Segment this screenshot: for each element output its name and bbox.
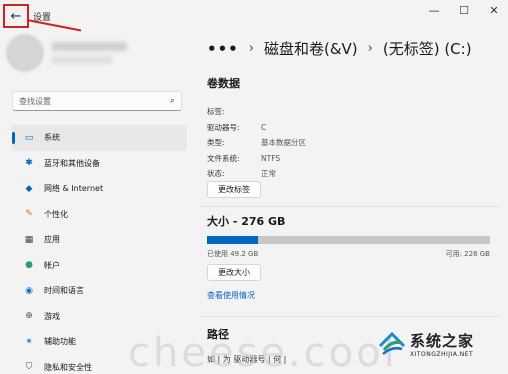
sidebar-item[interactable]: ▦ 应用 — [12, 227, 187, 253]
apps-icon: ▦ — [24, 234, 34, 245]
sidebar-item-label: 系统 — [44, 133, 60, 143]
sidebar-item-label: 时间和语言 — [44, 286, 84, 296]
sidebar-item-label: 个性化 — [44, 209, 68, 219]
property-label: 文件系统: — [207, 153, 240, 163]
search-input[interactable] — [19, 96, 170, 106]
sidebar-item-label: 网络 & Internet — [44, 184, 104, 194]
search-icon[interactable]: ⌕ — [170, 96, 175, 106]
sidebar-item[interactable]: ⊕ 游戏 — [12, 304, 187, 330]
sidebar-item-label: 隐私和安全性 — [44, 362, 92, 372]
change-size-button[interactable]: 更改大小 — [207, 264, 261, 281]
divider — [200, 316, 500, 317]
bluetooth-icon: ✱ — [25, 158, 33, 169]
property-row: 标签: — [207, 104, 306, 120]
sidebar-item[interactable]: ● 帐户 — [12, 253, 187, 279]
window-title: 设置 — [33, 13, 52, 23]
sidebar-item-label: 游戏 — [44, 311, 60, 321]
breadcrumb-overflow-button[interactable]: ••• — [207, 40, 239, 58]
property-row: 状态: 正常 — [207, 166, 306, 182]
title-bar: ← 设置 — ☐ ✕ — [0, 0, 508, 32]
user-email-redacted — [52, 56, 112, 64]
site-logo: 系统之家 XITONGZHIJIA.NET — [378, 330, 474, 358]
property-row: 驱动器号: C — [207, 120, 306, 136]
property-value: 正常 — [261, 169, 276, 179]
logo-name: 系统之家 — [410, 332, 475, 350]
globe-clock-icon: ◉ — [25, 285, 33, 296]
sidebar-item[interactable]: ◉ 时间和语言 — [12, 278, 187, 304]
breadcrumb: ••• › 磁盘和卷(&V) › (无标签) (C:) — [207, 38, 472, 59]
property-value: C — [261, 122, 267, 132]
property-value: 基本数据分区 — [261, 138, 306, 148]
maximize-button[interactable]: ☐ — [458, 4, 470, 17]
monitor-icon: ▭ — [24, 132, 34, 143]
sidebar-item[interactable]: ◆ 网络 & Internet — [12, 176, 187, 202]
storage-usage-fill — [207, 236, 258, 244]
avatar — [6, 34, 44, 72]
logo-domain: XITONGZHIJIA.NET — [410, 351, 474, 358]
gamepad-icon: ⊕ — [25, 311, 33, 322]
sidebar-item[interactable]: ▭ 系统 — [12, 125, 187, 151]
minimize-button[interactable]: — — [428, 4, 440, 17]
volume-properties: 标签: 驱动器号: C 类型: 基本数据分区文件系统: NTFS 状态: 正常 — [207, 104, 306, 182]
view-usage-link[interactable]: 查看使用情况 — [207, 290, 255, 301]
property-label: 标签: — [207, 107, 225, 117]
user-name-redacted — [52, 42, 127, 51]
chevron-right-icon: › — [248, 41, 254, 56]
close-button[interactable]: ✕ — [488, 4, 500, 17]
volume-data-heading: 卷数据 — [207, 77, 240, 90]
watermark-text: cheese.cool — [128, 330, 398, 374]
property-value: NTFS — [261, 153, 281, 163]
property-row: 文件系统: NTFS — [207, 151, 306, 167]
shield-icon: ⛉ — [25, 362, 33, 373]
brush-icon: ✎ — [25, 209, 33, 220]
breadcrumb-parent[interactable]: 磁盘和卷(&V) — [264, 38, 358, 59]
page-title: (无标签) (C:) — [382, 40, 472, 58]
user-account-area[interactable] — [6, 34, 136, 74]
chevron-right-icon: › — [367, 41, 373, 56]
house-logo-icon — [378, 330, 406, 358]
property-label: 驱动器号: — [207, 122, 240, 132]
free-space-text: 可用: 226 GB — [445, 250, 490, 258]
property-label: 状态: — [207, 169, 225, 179]
storage-usage-bar — [207, 236, 490, 244]
sidebar-item-label: 蓝牙和其他设备 — [44, 158, 100, 168]
used-space-text: 已使用 49.2 GB — [207, 250, 259, 258]
property-label: 类型: — [207, 138, 225, 148]
sidebar-item[interactable]: ✱ 蓝牙和其他设备 — [12, 151, 187, 177]
search-box[interactable]: ⌕ — [12, 91, 182, 111]
property-row: 类型: 基本数据分区 — [207, 135, 306, 151]
annotation-highlight-box — [3, 4, 29, 28]
accessibility-icon: ✶ — [25, 336, 33, 347]
divider — [200, 206, 500, 207]
sidebar-item-label: 辅助功能 — [44, 337, 76, 347]
change-label-button[interactable]: 更改标签 — [207, 181, 261, 198]
sidebar-item-label: 应用 — [44, 235, 60, 245]
size-heading: 大小 - 276 GB — [207, 215, 286, 228]
sidebar-item-label: 帐户 — [44, 260, 60, 270]
wifi-icon: ◆ — [25, 183, 33, 194]
sidebar-item[interactable]: ✎ 个性化 — [12, 202, 187, 228]
person-icon: ● — [25, 260, 33, 271]
